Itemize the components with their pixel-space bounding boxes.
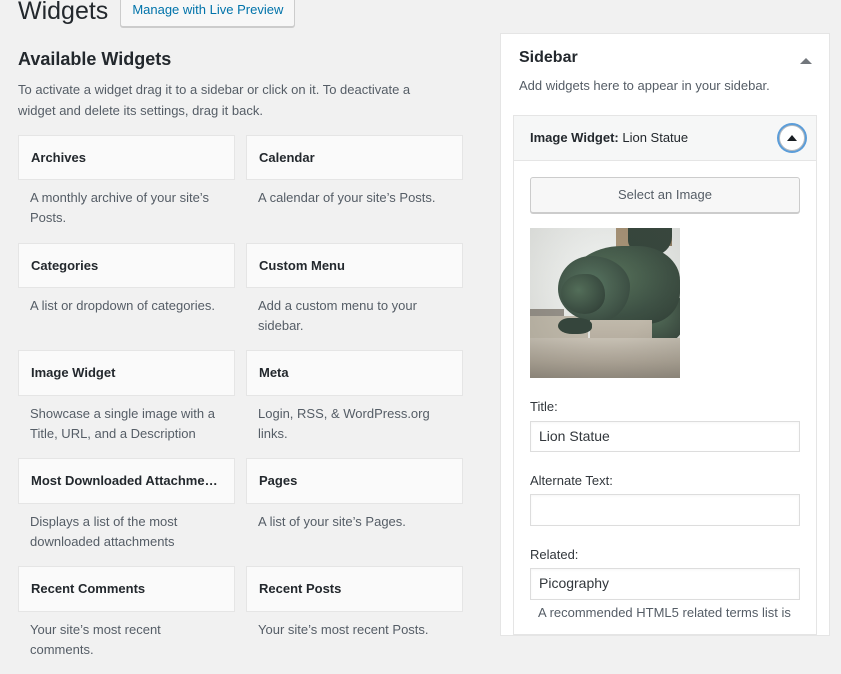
page-title: Widgets: [18, 0, 109, 25]
available-widget-meta[interactable]: Meta: [246, 350, 463, 397]
available-widget-custom-menu[interactable]: Custom Menu: [246, 242, 463, 289]
available-widget-description: Login, RSS, & WordPress.org links.: [258, 406, 430, 442]
available-widget-cell: Recent Comments Your site’s most recent c…: [18, 566, 235, 670]
available-widget-cell: Most Downloaded Attachme… Displays a list…: [18, 458, 235, 562]
image-widget-fields: Title: Alternate Text: Related:A recommend…: [530, 398, 800, 622]
sidebar-collapse-toggle-button[interactable]: [795, 50, 817, 72]
sidebar-panel-title: Sidebar: [519, 49, 578, 66]
available-widget-cell: Image Widget Showcase a single image with…: [18, 350, 235, 454]
available-widget-most-downloaded-attachme[interactable]: Most Downloaded Attachme…: [18, 458, 235, 504]
available-widget-title: Archives: [31, 149, 86, 165]
field-label: Related:: [530, 547, 579, 563]
field-group: Related:A recommended HTML5 related term…: [530, 546, 800, 622]
sidebar-panel: Sidebar Add widgets here to appear in yo…: [500, 33, 830, 637]
available-widget-description: A monthly archive of your site’s Posts.: [30, 190, 209, 226]
available-widget-description: A calendar of your site’s Posts.: [258, 190, 436, 206]
available-widgets-heading: Available Widgets: [18, 49, 172, 69]
available-widget-cell: Archives A monthly archive of your site’s…: [18, 134, 235, 239]
available-widget-description: Add a custom menu to your sidebar.: [258, 298, 417, 334]
select-an-image-button[interactable]: Select an Image: [530, 177, 800, 214]
available-widget-cell: Custom Menu Add a custom menu to your sid…: [246, 242, 463, 347]
available-widget-cell: Calendar A calendar of your site’s Posts.: [246, 134, 463, 239]
field-group: Title:: [530, 398, 800, 453]
available-widget-pages[interactable]: Pages: [246, 458, 463, 504]
available-widget-archives[interactable]: Archives: [18, 134, 235, 181]
available-widget-description: Displays a list of the most downloaded a…: [30, 513, 178, 550]
photo-vignette-overlay: [530, 228, 680, 379]
image-preview-thumbnail[interactable]: [530, 228, 680, 379]
sidebar-panel-description: Add widgets here to appear in your sideb…: [519, 77, 770, 93]
image-widget-expand-toggle-button[interactable]: [779, 125, 805, 152]
available-widget-title: Calendar: [259, 149, 315, 165]
available-widget-recent-comments[interactable]: Recent Comments: [18, 566, 235, 612]
manage-with-live-preview-button[interactable]: Manage with Live Preview: [120, 0, 296, 27]
available-widget-cell: Meta Login, RSS, & WordPress.org links.: [246, 350, 463, 454]
sidebar-widgets-list: Image Widget: Lion Statue Select an Imag…: [501, 107, 829, 636]
page-header: Widgets Manage with Live Preview: [0, 0, 500, 32]
available-widget-title: Custom Menu: [259, 257, 345, 273]
available-widgets-section: Available Widgets To activate a widget d…: [18, 48, 476, 674]
triangle-up-icon: [787, 135, 797, 142]
available-widget-description: Your site’s most recent Posts.: [258, 621, 429, 637]
available-widget-title: Recent Posts: [259, 581, 342, 597]
field-label: Title:: [530, 399, 558, 415]
available-widget-cell: Pages A list of your site’s Pages.: [246, 458, 463, 562]
field-input-title[interactable]: [530, 420, 800, 453]
image-widget-header[interactable]: Image Widget: Lion Statue: [514, 116, 816, 162]
available-widget-description: Showcase a single image with a Title, UR…: [30, 406, 215, 442]
image-widget-title: Image Widget: Lion Statue: [530, 130, 688, 145]
available-widgets-description: To activate a widget drag it to a sideba…: [18, 82, 411, 118]
image-widget-body: Select an Image Title:Alterna: [514, 161, 816, 634]
available-widget-categories[interactable]: Categories: [18, 242, 235, 289]
available-widget-title: Meta: [259, 365, 289, 381]
available-widget-title: Image Widget: [31, 365, 116, 381]
image-widget-name-label: Lion Statue: [618, 130, 689, 146]
available-widget-image-widget[interactable]: Image Widget: [18, 350, 235, 397]
available-widget-title: Recent Comments: [31, 581, 146, 597]
field-group: Alternate Text:: [530, 472, 800, 527]
sidebar-panel-header: Sidebar Add widgets here to appear in yo…: [501, 34, 829, 107]
field-label: Alternate Text:: [530, 473, 613, 489]
image-widget-type-label: Image Widget:: [530, 130, 619, 146]
available-widget-title: Pages: [259, 473, 298, 489]
available-widget-cell: Recent Posts Your site’s most recent Post…: [246, 566, 463, 670]
field-input-alternate-text[interactable]: [530, 494, 800, 527]
available-widget-description: Your site’s most recent comments.: [30, 621, 161, 657]
image-widget-card: Image Widget: Lion Statue Select an Imag…: [513, 115, 817, 636]
available-widget-description: A list or dropdown of categories.: [30, 298, 215, 314]
available-widget-title: Most Downloaded Attachme…: [31, 473, 218, 489]
available-widget-title: Categories: [31, 257, 99, 273]
available-widget-calendar[interactable]: Calendar: [246, 134, 463, 181]
available-widget-recent-posts[interactable]: Recent Posts: [246, 566, 463, 612]
available-widget-cell: Categories A list or dropdown of categori…: [18, 242, 235, 347]
field-input-related[interactable]: [530, 568, 800, 600]
available-widgets-grid: Archives A monthly archive of your site’s…: [18, 134, 476, 674]
triangle-up-icon: [800, 58, 812, 64]
available-widget-description: A list of your site’s Pages.: [258, 513, 406, 529]
